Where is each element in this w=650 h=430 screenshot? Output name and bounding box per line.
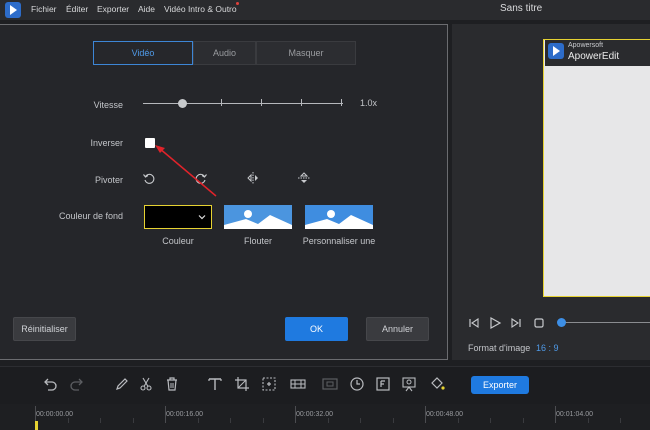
- menu-fichier[interactable]: Fichier: [31, 0, 57, 20]
- slider-tick: [261, 99, 262, 106]
- image-placeholder-icon: [305, 205, 373, 229]
- stop-icon[interactable]: [532, 316, 546, 330]
- slider-tick: [301, 99, 302, 106]
- ruler-minor-tick: [132, 418, 134, 423]
- undo-icon[interactable]: [41, 375, 59, 393]
- slider-tick: [221, 99, 222, 106]
- speed-label: Vitesse: [93, 100, 123, 110]
- speed-slider-handle[interactable]: [178, 99, 187, 108]
- tab-audio[interactable]: Audio: [193, 41, 256, 65]
- chevron-down-icon: [198, 215, 206, 220]
- reset-button[interactable]: Réinitialiser: [13, 317, 76, 341]
- flip-vertical-icon[interactable]: [297, 171, 311, 185]
- ruler-minor-tick: [522, 418, 524, 423]
- play-icon[interactable]: [488, 316, 502, 330]
- speed-presentation-icon[interactable]: [400, 375, 418, 393]
- tab-masquer[interactable]: Masquer: [256, 41, 356, 65]
- aspect-ratio-value[interactable]: 16 : 9: [536, 343, 559, 353]
- pencil-icon[interactable]: [113, 375, 131, 393]
- ruler-minor-tick: [490, 418, 491, 423]
- playhead[interactable]: [35, 421, 38, 430]
- tab-video[interactable]: Vidéo: [93, 41, 193, 65]
- text-icon[interactable]: [206, 375, 224, 393]
- redo-icon[interactable]: [68, 375, 86, 393]
- ruler-minor-tick: [360, 418, 361, 423]
- trash-icon[interactable]: [163, 375, 181, 393]
- playback-progress-handle[interactable]: [557, 318, 566, 327]
- watermark-brand-small: Apowersoft: [568, 42, 604, 49]
- window-title: Sans titre: [500, 3, 543, 14]
- cancel-button[interactable]: Annuler: [366, 317, 429, 341]
- scissors-icon[interactable]: [138, 375, 156, 393]
- aspect-ratio-label: Format d'image: [468, 343, 531, 353]
- watermark-logo-icon: [548, 43, 564, 59]
- blur-option-label: Flouter: [243, 236, 272, 246]
- color-option-label: Couleur: [162, 236, 194, 246]
- speed-slider-track[interactable]: [143, 103, 343, 104]
- timecode: 00:00:00.00: [36, 411, 73, 418]
- ruler-minor-tick: [327, 418, 329, 423]
- crop-icon[interactable]: [233, 375, 251, 393]
- ruler-minor-tick: [587, 418, 589, 423]
- flip-horizontal-icon[interactable]: [246, 171, 260, 185]
- timecode: 00:00:32.00: [296, 411, 333, 418]
- custom-option-label: Personnaliser une: [302, 236, 376, 246]
- menu-editer[interactable]: Éditer: [66, 0, 88, 20]
- image-placeholder-icon: [224, 205, 292, 229]
- export-button[interactable]: Exporter: [471, 376, 529, 394]
- next-frame-icon[interactable]: [509, 316, 523, 330]
- duration-icon[interactable]: [348, 375, 366, 393]
- settings-tabs: Vidéo Audio Masquer: [93, 41, 356, 65]
- ok-button[interactable]: OK: [285, 317, 348, 341]
- previous-frame-icon[interactable]: [467, 316, 481, 330]
- preview-canvas: [543, 39, 650, 297]
- background-color-select[interactable]: [144, 205, 212, 229]
- notification-dot: [236, 2, 239, 5]
- snapshot-icon[interactable]: [374, 375, 392, 393]
- ruler-minor-tick: [457, 418, 459, 423]
- zoom-icon[interactable]: [260, 375, 278, 393]
- ruler-minor-tick: [67, 418, 69, 423]
- ruler-minor-tick: [100, 418, 101, 423]
- app-logo-icon: [5, 2, 21, 18]
- rotate-label: Pivoter: [94, 175, 123, 185]
- freeze-frame-icon[interactable]: [321, 375, 339, 393]
- title-bar: Fichier Éditer Exporter Aide Vidéo Intro…: [0, 0, 650, 20]
- slider-tick: [341, 99, 342, 106]
- timecode: 00:00:16.00: [166, 411, 203, 418]
- ruler-minor-tick: [197, 418, 199, 423]
- custom-background-thumbnail[interactable]: [305, 205, 373, 229]
- mosaic-icon[interactable]: [289, 375, 307, 393]
- watermark-brand: ApowerEdit: [568, 51, 620, 62]
- blur-background-thumbnail[interactable]: [224, 205, 292, 229]
- fill-bucket-icon[interactable]: [428, 375, 446, 393]
- ruler-minor-tick: [620, 418, 621, 423]
- ruler-minor-tick: [392, 418, 394, 423]
- ruler-minor-tick: [230, 418, 231, 423]
- speed-value: 1.0x: [360, 98, 378, 108]
- red-arrow-annotation: [155, 145, 217, 197]
- playback-progress-track[interactable]: [562, 322, 650, 323]
- ruler-minor-tick: [262, 418, 264, 423]
- video-settings-dialog: Vidéo Audio Masquer: [0, 24, 448, 360]
- timecode: 00:01:04.00: [556, 411, 593, 418]
- menu-video-intro-outro[interactable]: Vidéo Intro & Outro: [164, 0, 237, 20]
- reverse-label: Inverser: [90, 138, 123, 148]
- menu-exporter[interactable]: Exporter: [97, 0, 129, 20]
- menu-aide[interactable]: Aide: [138, 0, 155, 20]
- background-color-label: Couleur de fond: [58, 211, 123, 221]
- timecode: 00:00:48.00: [426, 411, 463, 418]
